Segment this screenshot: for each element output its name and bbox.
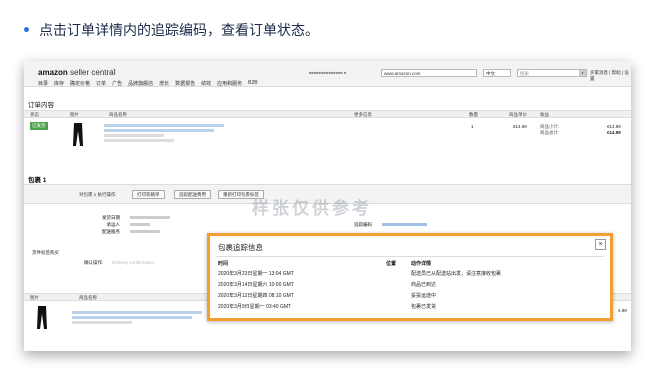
tracking-info-popup: 包裹追踪信息 × 时间 位置 动作详情 2020年3月23日星期一 13:04 … xyxy=(207,233,613,321)
total-label: 商品总计: xyxy=(540,130,560,135)
nav-item[interactable]: 目录 xyxy=(38,80,48,87)
bullet-icon: • xyxy=(22,23,31,39)
top-bar: amazon seller central ⚐ ■■■■■■■■■■■■■■ ■… xyxy=(24,61,631,87)
order-price: €14.99 xyxy=(513,124,527,129)
col-name-2: 商品名称 xyxy=(79,295,97,300)
close-icon[interactable]: × xyxy=(595,239,606,250)
tracking-row-time: 2020年3月14日星期六 10:00 GMT xyxy=(218,282,294,288)
product-name-link-2[interactable] xyxy=(72,311,202,314)
status-badge: 已发货 xyxy=(30,122,48,130)
search-input[interactable]: 搜索 xyxy=(517,69,587,77)
search-icon[interactable]: ⌕ xyxy=(579,70,586,76)
tracking-row-detail: 配送员已从配送站出发，请注意接收包裹 xyxy=(411,271,502,277)
tracking-row-time: 2020年3月23日星期一 13:04 GMT xyxy=(218,271,294,277)
carrier-value-blurred xyxy=(130,223,150,226)
product-thumbnail[interactable] xyxy=(72,123,84,147)
product-sku-blurred-2 xyxy=(72,321,132,324)
order-content-heading: 订单内容 xyxy=(28,102,54,109)
tracking-label: 追踪编码 xyxy=(354,222,372,227)
main-nav: 目录 库存 确定价格 订单 广告 品牌旗舰店 增长 数据报告 绩效 应用和服务 … xyxy=(38,80,258,87)
carrier-label: 承运人 xyxy=(106,222,121,227)
logo-text: amazon xyxy=(38,68,68,77)
package-heading: 包裹 1 xyxy=(28,177,47,184)
col-name: 商品名称 xyxy=(109,112,127,117)
product-asin-blurred xyxy=(104,139,174,142)
col-unit-price: 商品单价 xyxy=(509,112,527,117)
order-quantity: 1 xyxy=(471,124,474,129)
ship-date-label: 发货日期 xyxy=(102,215,120,220)
product-thumbnail-2[interactable] xyxy=(36,306,48,330)
nav-item[interactable]: 品牌旗舰店 xyxy=(128,80,153,87)
popup-divider xyxy=(216,256,604,257)
partial-price: 4.99 xyxy=(618,308,627,313)
nav-item[interactable]: 绩效 xyxy=(201,80,211,87)
instruction-text: • 点击订单详情内的追踪编码，查看订单状态。 xyxy=(22,20,319,40)
col-proceeds: 收益 xyxy=(540,112,549,117)
tracking-row-detail: 包裹已发货 xyxy=(411,304,437,310)
popup-col-time: 时间 xyxy=(218,261,229,267)
nav-item[interactable]: 广告 xyxy=(112,80,122,87)
watermark-text: 样张仅供参考 xyxy=(252,199,372,219)
ship-date-value-blurred xyxy=(130,216,170,219)
nav-item[interactable]: 增长 xyxy=(159,80,169,87)
tracking-row-time: 2020年3月12日星期四 08:10 GMT xyxy=(218,293,294,299)
package-action-label: 对包裹 1 执行操作 xyxy=(79,192,116,197)
popup-col-detail: 动作详情 xyxy=(411,261,432,267)
top-links[interactable]: 买家消息 | 帮助 | 设置 xyxy=(590,70,631,82)
nav-item[interactable]: 订单 xyxy=(96,80,106,87)
product-sku-blurred xyxy=(104,134,164,137)
subtotal-labels: 商品小计: 商品总计: xyxy=(540,124,559,136)
product-name-link[interactable] xyxy=(104,124,224,127)
col-image: 图片 xyxy=(70,112,79,117)
service-value-blurred xyxy=(130,230,160,233)
nav-item[interactable]: 数据报告 xyxy=(175,80,195,87)
col-qty: 数量 xyxy=(469,112,478,117)
amazon-logo[interactable]: amazon seller central xyxy=(38,68,115,77)
tracking-row-detail: 商品已到达 xyxy=(411,282,437,288)
language-select[interactable]: 中文 xyxy=(483,69,511,77)
subtotal-values: €14.99 €14.99 xyxy=(607,124,621,136)
logo-sub-text: seller central xyxy=(70,68,116,77)
nav-item[interactable]: B2B xyxy=(248,80,257,87)
order-table-header: 状态 图片 商品名称 更多信息 数量 商品单价 收益 xyxy=(24,110,631,118)
service-label: 配送服务 xyxy=(102,229,120,234)
tracking-row-time: 2020年3月9日星期一 03:40 GMT xyxy=(218,304,292,310)
col-more: 更多信息 xyxy=(354,112,372,117)
flag-icon[interactable]: ⚐ xyxy=(110,68,117,77)
nav-item[interactable]: 库存 xyxy=(54,80,64,87)
confirm-label: 确认操作: xyxy=(84,260,104,265)
popup-title: 包裹追踪信息 xyxy=(218,243,263,252)
print-packing-slip-button[interactable]: 打印装箱单 xyxy=(132,190,165,199)
product-name-link-2-line[interactable] xyxy=(72,316,192,319)
col-status: 状态 xyxy=(30,112,39,117)
total-value: €14.99 xyxy=(607,130,621,135)
instruction-label: 点击订单详情内的追踪编码，查看订单状态。 xyxy=(38,23,319,39)
track-shipping-fee-button[interactable]: 追踪配送费用 xyxy=(174,190,211,199)
store-name-blurred: ■■■■■■■■■■■■■■ ■ xyxy=(309,70,347,75)
col-image-2: 图片 xyxy=(30,295,39,300)
tracking-code-link[interactable] xyxy=(382,223,427,226)
nav-item[interactable]: 确定价格 xyxy=(70,80,90,87)
popup-col-location: 位置 xyxy=(386,261,397,267)
nav-item[interactable]: 应用和服务 xyxy=(217,80,242,87)
marketplace-select[interactable]: www.amazon.com xyxy=(381,69,477,77)
confirm-value: Delivery confirmation xyxy=(112,260,155,265)
label-purchase-heading: 货件标签购买 xyxy=(32,250,59,255)
product-name-link-line[interactable] xyxy=(104,129,214,132)
tracking-row-detail: 妥投运途中 xyxy=(411,293,437,299)
